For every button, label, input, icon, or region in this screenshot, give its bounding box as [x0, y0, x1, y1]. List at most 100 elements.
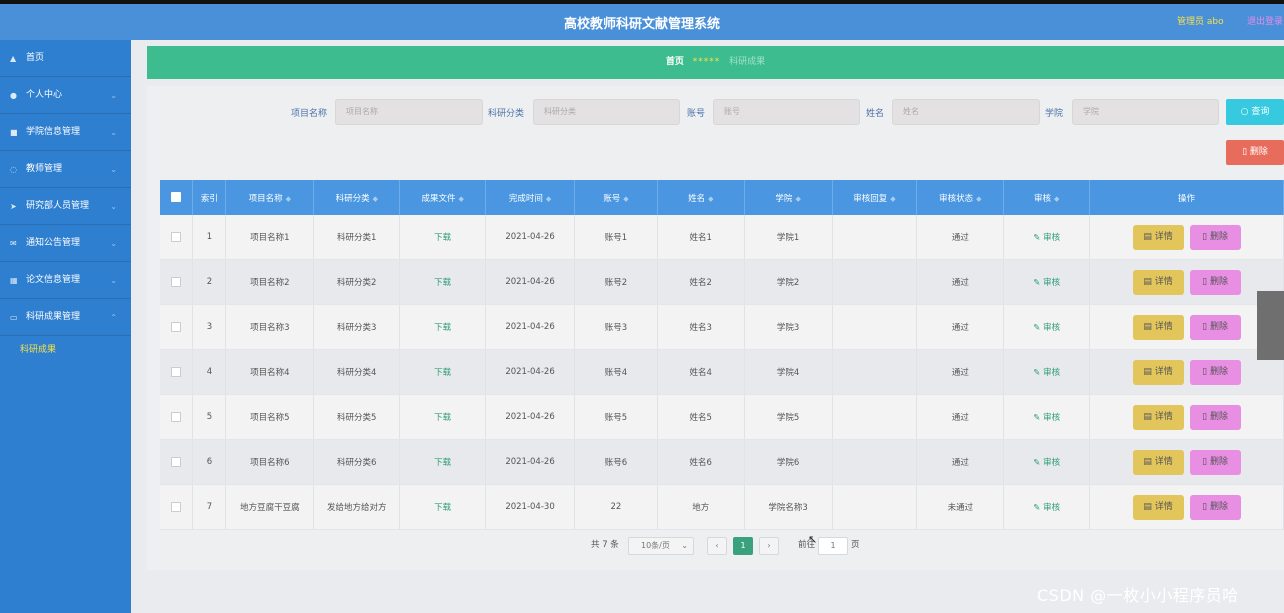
- download-link[interactable]: 下载: [434, 413, 451, 423]
- next-page-button[interactable]: ›: [759, 537, 779, 555]
- column-header[interactable]: 姓名 ◆: [657, 180, 745, 215]
- side-scroll-handle[interactable]: [1257, 291, 1284, 360]
- detail-button[interactable]: ▤ 详情: [1132, 224, 1184, 250]
- delete-label: 删除: [1209, 501, 1228, 512]
- sidebar-item-teacher[interactable]: ◌ 教师管理 ⌄: [0, 151, 131, 188]
- audit-link[interactable]: ✎ 审核: [1033, 458, 1060, 468]
- delete-button[interactable]: ▯ 删除: [1189, 404, 1241, 430]
- sort-icon[interactable]: ◆: [976, 195, 981, 203]
- audit-link[interactable]: ✎ 审核: [1033, 233, 1060, 243]
- row-checkbox[interactable]: [171, 366, 182, 377]
- chevron-down-icon: ⌄: [110, 276, 117, 285]
- column-header[interactable]: 成果文件 ◆: [399, 180, 487, 215]
- table-row: 6 项目名称6 科研分类6 下载 2021-04-26 账号6 姓名6 学院6 …: [160, 439, 1284, 485]
- column-header[interactable]: 项目名称 ◆: [225, 180, 315, 215]
- detail-button[interactable]: ▤ 详情: [1132, 359, 1184, 385]
- download-link[interactable]: 下载: [434, 368, 451, 378]
- audit-link[interactable]: ✎ 审核: [1033, 323, 1060, 333]
- sidebar-item-notice[interactable]: ✉ 通知公告管理 ⌄: [0, 225, 131, 262]
- trash-icon: ▯: [1202, 321, 1208, 332]
- select-all-checkbox[interactable]: [171, 192, 182, 203]
- row-checkbox[interactable]: [171, 276, 182, 287]
- sidebar-item-paper[interactable]: ▦ 论文信息管理 ⌄: [0, 262, 131, 299]
- sort-icon[interactable]: ◆: [546, 195, 551, 203]
- column-header[interactable]: 审核 ◆: [1003, 180, 1091, 215]
- sidebar-item-personal-center[interactable]: ● 个人中心 ⌄: [0, 77, 131, 114]
- project-name-input[interactable]: 项目名称: [335, 99, 483, 125]
- audit-link[interactable]: ✎ 审核: [1033, 413, 1060, 423]
- column-header[interactable]: 审核回复 ◆: [832, 180, 918, 215]
- download-link[interactable]: 下载: [434, 458, 451, 468]
- account-cell: 账号5: [574, 394, 658, 440]
- sort-icon[interactable]: ◆: [708, 195, 713, 203]
- reply-cell: [832, 215, 918, 260]
- goto-page-input[interactable]: 1: [818, 537, 848, 555]
- category-input[interactable]: 科研分类: [533, 99, 680, 125]
- audit-link[interactable]: ✎ 审核: [1033, 503, 1060, 513]
- college-input[interactable]: 学院: [1072, 99, 1219, 125]
- audit-link[interactable]: ✎ 审核: [1033, 368, 1060, 378]
- audit-link[interactable]: ✎ 审核: [1033, 278, 1060, 288]
- detail-button[interactable]: ▤ 详情: [1132, 314, 1184, 340]
- account-label: 账号: [687, 109, 706, 119]
- sort-icon[interactable]: ◆: [890, 195, 895, 203]
- sidebar-item-research-results[interactable]: ▭ 科研成果管理 ⌃: [0, 299, 131, 336]
- delete-button[interactable]: ▯ 删除: [1189, 494, 1241, 520]
- column-header[interactable]: 账号 ◆: [574, 180, 658, 215]
- column-header[interactable]: 学院 ◆: [744, 180, 833, 215]
- name-input[interactable]: 姓名: [892, 99, 1040, 125]
- delete-button[interactable]: ▯ 删除: [1189, 269, 1241, 295]
- row-checkbox[interactable]: [171, 411, 182, 422]
- column-header[interactable]: 完成时间 ◆: [485, 180, 575, 215]
- row-checkbox[interactable]: [171, 321, 182, 332]
- search-button[interactable]: ○ 查询: [1226, 99, 1284, 125]
- sidebar-item-home[interactable]: ▲ 首页: [0, 40, 131, 77]
- column-header[interactable]: 科研分类 ◆: [313, 180, 401, 215]
- delete-button[interactable]: ▯ 删除: [1189, 224, 1241, 250]
- detail-button[interactable]: ▤ 详情: [1132, 404, 1184, 430]
- delete-button[interactable]: ▯ 删除: [1189, 449, 1241, 475]
- delete-button[interactable]: ▯ 删除: [1189, 314, 1241, 340]
- batch-delete-button[interactable]: ▯ 删除: [1226, 140, 1284, 165]
- actions-cell: ▤ 详情 ▯ 删除: [1089, 394, 1284, 440]
- sort-icon[interactable]: ◆: [373, 195, 378, 203]
- row-checkbox[interactable]: [171, 501, 182, 512]
- download-link[interactable]: 下载: [434, 233, 451, 243]
- sidebar-item-label: 个人中心: [26, 90, 63, 100]
- page-size-select[interactable]: 10条/页 ⌄: [628, 537, 694, 555]
- sort-icon[interactable]: ◆: [623, 195, 628, 203]
- page-number-current[interactable]: 1: [733, 537, 753, 555]
- account-input[interactable]: 账号: [713, 99, 860, 125]
- sort-icon[interactable]: ◆: [795, 195, 800, 203]
- detail-button[interactable]: ▤ 详情: [1132, 269, 1184, 295]
- sidebar-item-research-staff[interactable]: ➤ 研究部人员管理 ⌄: [0, 188, 131, 225]
- download-link[interactable]: 下载: [434, 503, 451, 513]
- document-icon: ▤: [1143, 366, 1152, 377]
- sidebar-item-label: 科研成果管理: [26, 312, 81, 322]
- row-checkbox[interactable]: [171, 231, 182, 242]
- prev-page-button[interactable]: ‹: [707, 537, 727, 555]
- sort-icon[interactable]: ◆: [458, 195, 463, 203]
- breadcrumb-home[interactable]: 首页: [666, 57, 684, 67]
- chevron-down-icon: ⌄: [110, 239, 117, 248]
- download-link[interactable]: 下载: [434, 278, 451, 288]
- sidebar-item-label: 研究部人员管理: [26, 201, 90, 211]
- sidebar-item-college-info[interactable]: ■ 学院信息管理 ⌄: [0, 114, 131, 151]
- detail-button[interactable]: ▤ 详情: [1132, 449, 1184, 475]
- table-body: 1 项目名称1 科研分类1 下载 2021-04-26 账号1 姓名1 学院1 …: [160, 215, 1284, 530]
- sidebar-subitem-research-results[interactable]: 科研成果: [0, 338, 131, 362]
- document-icon: ▤: [1143, 321, 1152, 332]
- delete-label: 删除: [1209, 366, 1228, 377]
- column-header[interactable]: 审核状态 ◆: [916, 180, 1005, 215]
- logout-link[interactable]: 退出登录: [1247, 14, 1283, 27]
- index-cell: 2: [192, 259, 227, 305]
- detail-button[interactable]: ▤ 详情: [1132, 494, 1184, 520]
- download-link[interactable]: 下载: [434, 323, 451, 333]
- name-cell: 姓名4: [657, 349, 745, 395]
- row-checkbox[interactable]: [171, 456, 182, 467]
- delete-button[interactable]: ▯ 删除: [1189, 359, 1241, 385]
- status-cell: 通过: [916, 349, 1005, 395]
- sidebar: ▲ 首页 ● 个人中心 ⌄ ■ 学院信息管理 ⌄ ◌ 教师管理 ⌄ ➤ 研究部人…: [0, 40, 131, 613]
- sort-icon[interactable]: ◆: [1054, 195, 1059, 203]
- sort-icon[interactable]: ◆: [286, 195, 291, 203]
